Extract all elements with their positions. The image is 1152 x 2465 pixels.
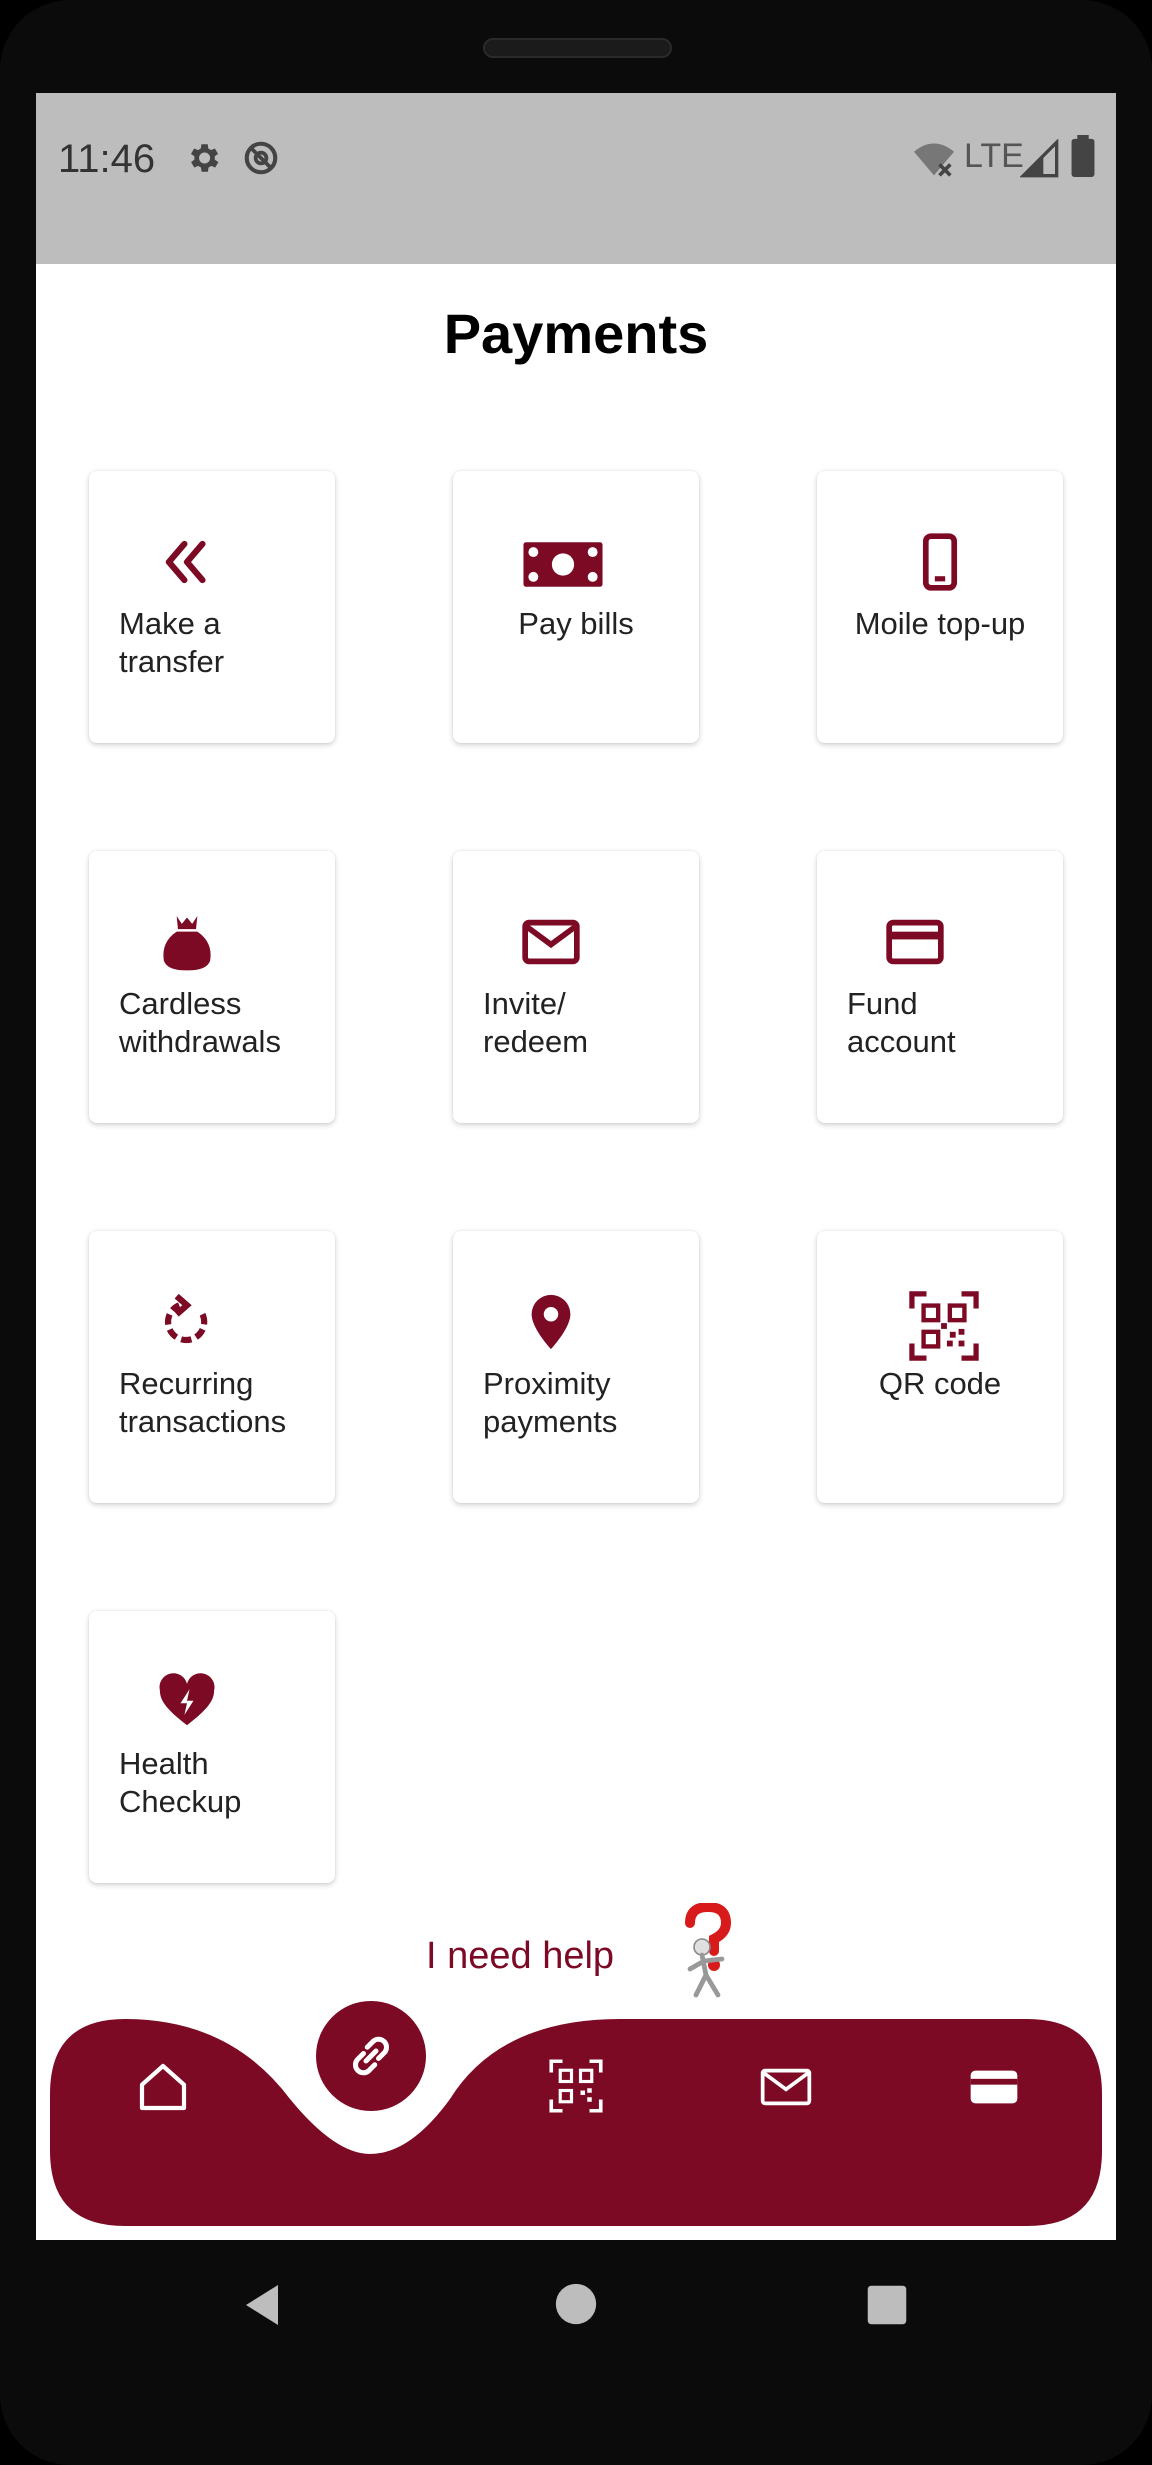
page-title: Payments xyxy=(443,302,709,365)
envelope-icon xyxy=(520,911,582,973)
nav-qr-code[interactable] xyxy=(549,2059,629,2139)
nav-messages[interactable] xyxy=(756,2059,836,2139)
at-sign-icon xyxy=(242,139,280,182)
nav-links-active[interactable] xyxy=(316,2001,426,2111)
tile-fund-account[interactable]: Fund account xyxy=(817,851,1063,1123)
qr-code-icon xyxy=(909,1291,979,1361)
heart-bolt-icon xyxy=(156,1671,218,1733)
system-nav-bar xyxy=(0,2240,1152,2370)
tile-health-checkup[interactable]: Health Checkup xyxy=(89,1611,335,1883)
double-chevron-left-icon xyxy=(156,531,218,593)
nav-home[interactable] xyxy=(135,2059,215,2139)
tile-label: Recurring transactions xyxy=(119,1366,287,1439)
tile-label: Health Checkup xyxy=(119,1746,242,1819)
tile-label: Proximity payments xyxy=(483,1366,618,1439)
tile-make-transfer[interactable]: Make a transfer xyxy=(89,471,335,743)
nav-cards[interactable] xyxy=(964,2059,1044,2139)
tile-label: Fund account xyxy=(847,986,956,1059)
tile-label: Cardless withdrawals xyxy=(119,986,281,1059)
banknote-icon xyxy=(521,531,631,593)
wallet-card-icon xyxy=(964,2070,1024,2119)
device-frame: 11:46 LTE Payments Make a transfer Pay b… xyxy=(0,0,1152,2465)
tile-label: Moile top-up xyxy=(854,606,1026,641)
signal-icon xyxy=(1019,138,1060,184)
tile-cardless-withdrawals[interactable]: Cardless withdrawals xyxy=(89,851,335,1123)
battery-icon xyxy=(1070,135,1096,182)
tile-qr-code[interactable]: QR code xyxy=(817,1231,1063,1503)
network-type: LTE xyxy=(964,137,1024,175)
bottom-nav xyxy=(50,2001,1102,2226)
location-pin-icon xyxy=(520,1291,582,1353)
status-bar: 11:46 LTE xyxy=(36,93,1116,264)
question-mark-figure-icon xyxy=(674,1901,754,2004)
wifi-off-icon xyxy=(912,139,956,184)
help-label: I need help xyxy=(426,1935,615,1977)
app-screen: 11:46 LTE Payments Make a transfer Pay b… xyxy=(36,93,1116,2240)
back-icon[interactable] xyxy=(238,2280,286,2335)
link-icon xyxy=(341,2026,401,2091)
help-link[interactable]: I need help xyxy=(426,1901,756,2004)
recurring-arrow-icon xyxy=(156,1291,218,1353)
tile-label: Make a transfer xyxy=(119,606,225,679)
qr-code-icon xyxy=(549,2059,603,2117)
home-circle-icon[interactable] xyxy=(554,2282,598,2331)
recents-icon[interactable] xyxy=(866,2284,908,2331)
tile-label: QR code xyxy=(878,1366,1002,1401)
tile-label: Invite/ redeem xyxy=(483,986,589,1059)
envelope-icon xyxy=(756,2068,816,2119)
credit-card-icon xyxy=(884,911,946,973)
tile-recurring-transactions[interactable]: Recurring transactions xyxy=(89,1231,335,1503)
home-icon xyxy=(135,2063,191,2119)
mobile-phone-icon xyxy=(909,531,971,593)
gear-icon xyxy=(184,139,222,182)
tile-pay-bills[interactable]: Pay bills xyxy=(453,471,699,743)
tile-label: Pay bills xyxy=(518,606,634,641)
device-speaker xyxy=(483,38,672,58)
status-time: 11:46 xyxy=(58,137,156,181)
tile-invite-redeem[interactable]: Invite/ redeem xyxy=(453,851,699,1123)
money-bag-icon xyxy=(156,911,218,973)
tile-proximity-payments[interactable]: Proximity payments xyxy=(453,1231,699,1503)
tile-mobile-top-up[interactable]: Moile top-up xyxy=(817,471,1063,743)
